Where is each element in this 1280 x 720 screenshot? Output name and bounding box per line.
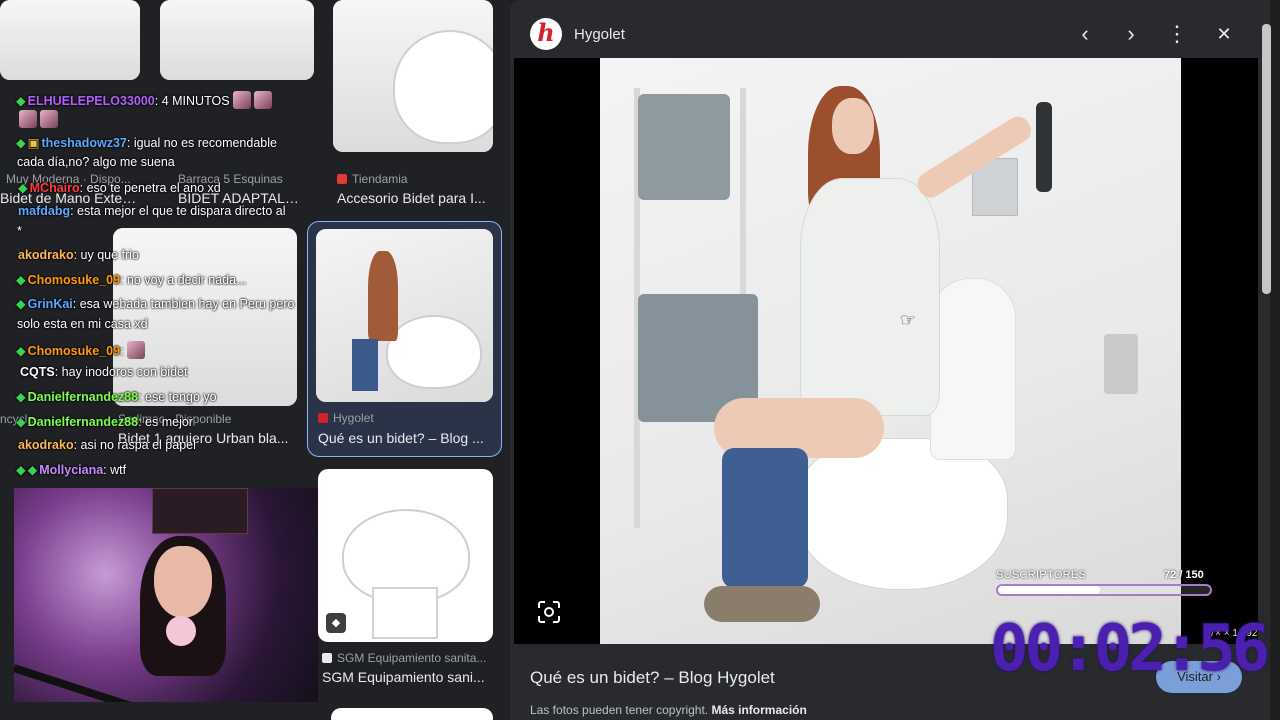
wall-picture [152, 488, 248, 534]
chat-message: cada día,no? algo me suena [17, 155, 175, 169]
towel [638, 94, 730, 200]
result-thumb-1[interactable] [0, 0, 140, 80]
tiendamia-favicon [337, 174, 347, 184]
wall-valve [1104, 334, 1138, 394]
result-thumb-sgm[interactable]: ◆ [318, 469, 493, 642]
chat-emote [126, 341, 145, 359]
microphone-icon [166, 616, 196, 646]
chat-message: akodrako: asi no raspa el papel [18, 438, 196, 452]
chat-message: akodrako: uy que frio [18, 248, 139, 262]
sgm-favicon [322, 653, 332, 663]
chat-message: ◆ Chomosuke_09: no voy a decir nada... [16, 273, 247, 287]
chat-message: ◆ ◆ Mollyciana: wtf [16, 463, 127, 477]
hygolet-logo-icon[interactable]: h [530, 18, 562, 50]
hand-cursor-icon: ☞ [900, 310, 917, 330]
chat-message: solo esta en mi casa xd [17, 317, 148, 331]
chat-message: ◆ MChairo: eso te penetra el ano xd [18, 181, 221, 195]
page-scrollbar[interactable] [1262, 24, 1271, 294]
result-thumb-next[interactable] [331, 708, 493, 720]
previous-image-button[interactable]: ‹ [1070, 20, 1100, 48]
chat-message: ◆ ▣ theshadowz37: igual no es recomendable [16, 136, 277, 150]
result-meta-hygolet: Hygolet [318, 411, 374, 425]
stream-timer: 00:02:56 [990, 612, 1270, 686]
chat-emote [232, 91, 251, 109]
stream-chat-overlay: ◆ ELHUELEPELO33000: 4 MINUTOS ◆ ▣ theshadow… [0, 88, 320, 480]
result-meta-3: Tiendamia [337, 172, 408, 186]
image-preview-frame: ☞ [514, 58, 1258, 644]
chat-message: CQTS: hay inodoros con bidet [20, 365, 188, 379]
result-thumb-hygolet[interactable] [316, 229, 493, 402]
streamer-face [154, 546, 212, 618]
woman-shirt [800, 178, 940, 416]
chat-emote [253, 91, 272, 109]
chat-message: ◆ Danielfernandez88: ese tengo yo [16, 390, 217, 404]
result-title-hygolet[interactable]: Qué es un bidet? – Blog ... [318, 430, 488, 446]
subscriber-goal-fill [998, 586, 1100, 594]
result-meta-sgm: SGM Equipamiento sanita... [322, 651, 486, 665]
subscriber-goal-bar [996, 584, 1212, 596]
bidet-sprayer [1036, 102, 1052, 192]
close-icon[interactable]: ✕ [1209, 20, 1239, 48]
toilet [796, 438, 1008, 590]
woman-jeans [722, 448, 808, 588]
chat-message: * [17, 224, 22, 238]
result-title-3[interactable]: Accesorio Bidet para I... [337, 190, 493, 206]
woman-shoes [704, 586, 820, 622]
viewer-image-title[interactable]: Qué es un bidet? – Blog Hygolet [530, 668, 775, 688]
more-info-link[interactable]: Más información [711, 703, 806, 717]
copyright-note: Las fotos pueden tener copyright. Más in… [530, 703, 807, 717]
chat-message [16, 110, 58, 128]
result-thumb-2[interactable] [160, 0, 314, 80]
lens-badge-icon[interactable]: ◆ [326, 613, 346, 633]
result-thumb-3[interactable] [333, 0, 493, 152]
chat-message: ◆ ELHUELEPELO33000: 4 MINUTOS [16, 91, 272, 109]
chat-message: mafdabg: esta mejor el que te dispara di… [18, 204, 286, 218]
subscriber-goal-label: SUSCRIPTORES [996, 569, 1087, 581]
result-title-sgm[interactable]: SGM Equipamiento sani... [322, 669, 487, 685]
toilet-tank [930, 278, 1016, 460]
subscriber-goal-count: 72 / 150 [1164, 569, 1204, 581]
webcam-overlay [14, 488, 318, 702]
next-image-button[interactable]: › [1116, 20, 1146, 48]
viewer-header: h Hygolet ‹ › ⋮ ✕ [510, 0, 1270, 58]
chat-emote [19, 110, 37, 128]
chat-message: ◆ GrinKai: esa webada tambien hay en Peru… [16, 297, 295, 311]
viewer-source-name[interactable]: Hygolet [574, 26, 625, 43]
woman-face [832, 98, 874, 154]
preview-image[interactable]: ☞ [600, 58, 1181, 644]
more-options-icon[interactable]: ⋮ [1162, 20, 1192, 48]
chat-emote [40, 110, 58, 128]
google-lens-icon[interactable] [536, 599, 562, 625]
chat-message: ◆ Danielfernandez88: es mejor [16, 415, 193, 429]
chat-message: ◆ Chomosuke_09: [16, 341, 145, 359]
